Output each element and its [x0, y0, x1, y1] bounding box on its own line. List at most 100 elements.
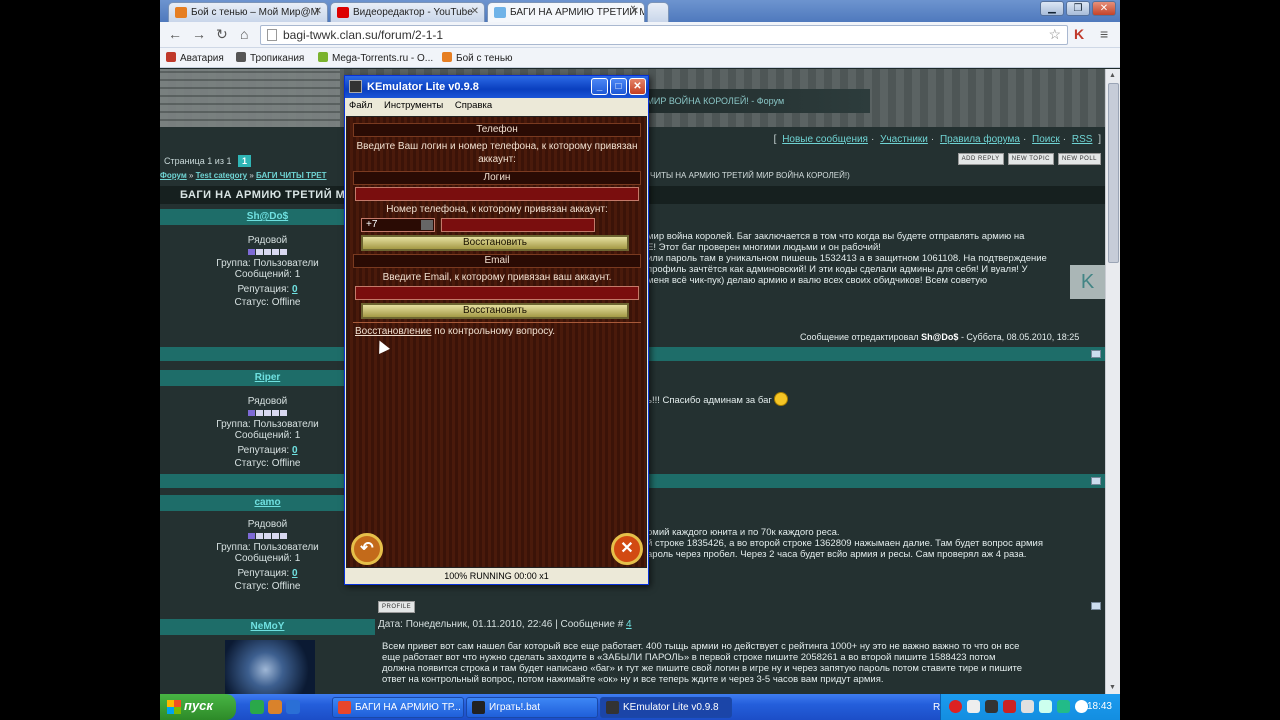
bookmark-mega-torrents[interactable]: Mega-Torrents.ru - О...: [318, 52, 433, 64]
volume-icon[interactable]: [1039, 700, 1052, 713]
post-line: еще работает вот что нужно сделать заход…: [382, 652, 996, 663]
kemulator-menu-bar: Файл Инструменты Справка: [345, 98, 648, 114]
close-icon[interactable]: ✕: [471, 6, 479, 17]
menu-tools[interactable]: Инструменты: [384, 100, 443, 111]
link-rss[interactable]: RSS: [1072, 134, 1093, 145]
new-poll-button[interactable]: NEW POLL: [1057, 153, 1101, 165]
start-button[interactable]: пуск: [160, 694, 236, 720]
bookmark-boi-s-tenyu[interactable]: Бой с тенью: [442, 52, 513, 64]
bookmark-tropikania[interactable]: Тропикания: [236, 52, 304, 64]
network-icon[interactable]: [1057, 700, 1070, 713]
back-arrow-icon[interactable]: ←: [168, 26, 182, 42]
link-members[interactable]: Участники: [880, 134, 928, 145]
link-rules[interactable]: Правила форума: [940, 134, 1020, 145]
phone-input[interactable]: [441, 218, 595, 232]
rank-stars: [247, 408, 288, 419]
login-input[interactable]: [355, 187, 639, 201]
back-icon[interactable]: ↶: [351, 533, 383, 565]
close-icon[interactable]: ✕: [611, 533, 643, 565]
page-scrollbar[interactable]: ▲ ▼: [1105, 69, 1120, 694]
close-button[interactable]: ✕: [629, 78, 646, 95]
author-status: Статус: Offline: [234, 458, 301, 469]
close-icon[interactable]: ✕: [631, 6, 639, 17]
reload-icon[interactable]: ↻: [216, 26, 228, 43]
breadcrumb-forum[interactable]: Форум: [160, 171, 187, 180]
post-author[interactable]: Riper: [160, 370, 375, 383]
bookmark-avataria[interactable]: Аватария: [166, 52, 224, 64]
rep-value[interactable]: 0: [292, 568, 298, 579]
email-input[interactable]: [355, 286, 639, 300]
tab-moi-mir[interactable]: Бой с тенью – Мой Мир@M ✕: [168, 2, 328, 22]
extension-icon[interactable]: K: [1074, 26, 1084, 42]
new-tab-button[interactable]: [647, 2, 669, 22]
kemulator-titlebar[interactable]: KEmulator Lite v0.9.8 _ □ ✕: [345, 76, 648, 98]
profile-button[interactable]: PROFILE: [378, 601, 416, 613]
minimize-button[interactable]: _: [591, 78, 608, 95]
record-icon[interactable]: [949, 700, 962, 713]
rep-value[interactable]: 0: [292, 284, 298, 295]
scroll-up-arrow-icon[interactable]: ▲: [1109, 72, 1116, 79]
restore-email-button[interactable]: Восстановить: [361, 303, 629, 319]
link-new-messages[interactable]: Новые сообщения: [782, 134, 868, 145]
taskbar: пуск БАГИ НА АРМИЮ ТР... Играть!.bat KEm…: [160, 694, 1120, 720]
post-author[interactable]: NeMoY: [160, 619, 375, 632]
close-button[interactable]: ✕: [1092, 1, 1116, 16]
minimize-button[interactable]: ▁: [1040, 1, 1064, 16]
new-topic-button[interactable]: NEW TOPIC: [1007, 153, 1054, 165]
close-icon[interactable]: ✕: [314, 6, 322, 17]
restore-phone-button[interactable]: Восстановить: [361, 235, 629, 251]
address-bar[interactable]: bagi-twwk.clan.su/forum/2-1-1 ☆: [260, 25, 1068, 45]
start-label: пуск: [184, 698, 213, 713]
menu-icon[interactable]: ≡: [1100, 26, 1108, 42]
maximize-button[interactable]: ❐: [1066, 1, 1090, 16]
taskbar-item-label: Играть!.bat: [489, 702, 540, 713]
tray-icon[interactable]: [985, 700, 998, 713]
taskbar-item-bat[interactable]: Играть!.bat: [466, 697, 598, 718]
breadcrumb-category[interactable]: Test category: [196, 171, 247, 180]
post-author[interactable]: camo: [160, 495, 375, 508]
menu-file[interactable]: Файл: [349, 100, 372, 111]
link-search[interactable]: Поиск: [1032, 134, 1060, 145]
side-widget-icon[interactable]: K: [1070, 265, 1105, 299]
quicklaunch-icon[interactable]: [250, 700, 264, 714]
author-profile: Рядовой Группа: Пользователи Сообщений: …: [160, 225, 375, 308]
tray-icon[interactable]: [967, 700, 980, 713]
security-question-text: по контрольному вопросу.: [431, 326, 556, 337]
bookmarks-bar: Аватария Тропикания Mega-Torrents.ru - О…: [160, 48, 1120, 68]
scroll-thumb[interactable]: [1108, 83, 1119, 263]
login-header: Логин: [353, 171, 641, 185]
menu-help[interactable]: Справка: [455, 100, 492, 111]
pager-text: Страница 1 из 1: [164, 156, 232, 166]
rep-label: Репутация:: [237, 568, 290, 579]
quicklaunch-icon[interactable]: [268, 700, 282, 714]
post-body: Всем привет вот сам нашел баг который вс…: [382, 641, 1022, 685]
scroll-up-icon[interactable]: [1091, 477, 1101, 485]
quicklaunch-icon[interactable]: [286, 700, 300, 714]
forward-arrow-icon[interactable]: →: [192, 26, 206, 42]
taskbar-item-kemulator[interactable]: KEmulator Lite v0.9.8: [600, 697, 732, 718]
star-icon[interactable]: ☆: [1048, 26, 1061, 43]
smiley-icon: [774, 392, 789, 406]
security-question-link[interactable]: Восстановление: [355, 326, 432, 337]
scroll-up-icon[interactable]: [1091, 602, 1101, 610]
taskbar-item-chrome[interactable]: БАГИ НА АРМИЮ ТР...: [332, 697, 464, 718]
pager-current-page[interactable]: 1: [237, 155, 251, 167]
scroll-up-icon[interactable]: [1091, 350, 1101, 358]
tray-icon[interactable]: [1003, 700, 1016, 713]
post-author[interactable]: Sh@Do$: [160, 209, 375, 222]
scroll-down-arrow-icon[interactable]: ▼: [1109, 684, 1116, 691]
maximize-button[interactable]: □: [610, 78, 627, 95]
rep-value[interactable]: 0: [292, 445, 298, 456]
tray-icon[interactable]: [1021, 700, 1034, 713]
edit-author[interactable]: Sh@Do$: [921, 332, 958, 342]
add-reply-button[interactable]: ADD REPLY: [957, 153, 1004, 165]
home-icon[interactable]: ⌂: [240, 26, 248, 42]
tab-forum[interactable]: БАГИ НА АРМИЮ ТРЕТИЙ М ✕: [487, 2, 645, 22]
window-controls: ▁ ❐ ✕: [1040, 1, 1116, 16]
breadcrumb-topic[interactable]: БАГИ ЧИТЫ ТРЕТ: [256, 171, 327, 180]
phone-hint: Введите Ваш логин и номер телефона, к ко…: [356, 141, 638, 165]
tab-youtube[interactable]: Видеоредактор - YouTube ✕: [330, 2, 485, 22]
emulator-screen[interactable]: Телефон Введите Ваш логин и номер телефо…: [346, 116, 647, 568]
post-number[interactable]: 4: [626, 619, 632, 630]
country-code-select[interactable]: +7: [361, 218, 435, 232]
